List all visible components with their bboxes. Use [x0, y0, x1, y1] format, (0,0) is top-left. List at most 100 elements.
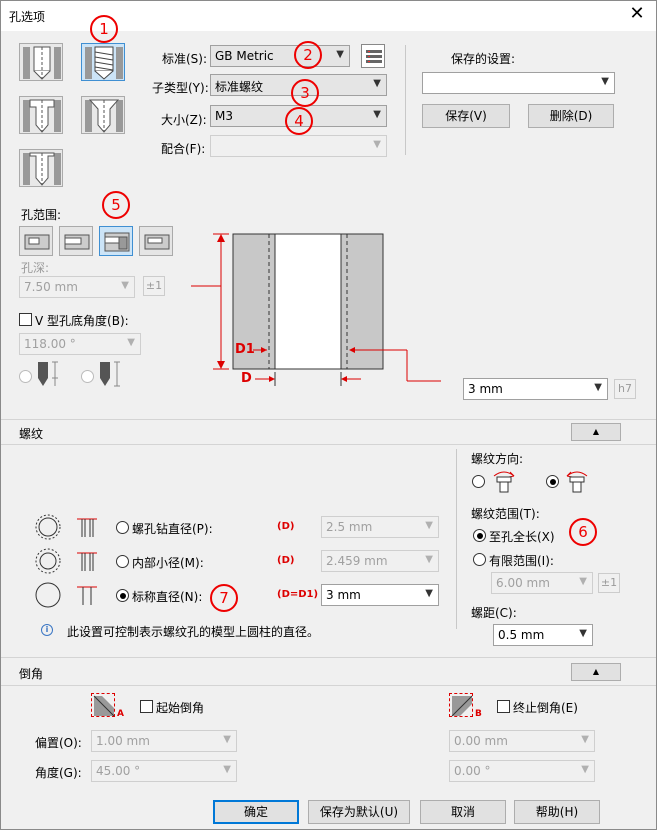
- chevron-down-icon: ▼: [594, 382, 602, 393]
- right-hand-radio[interactable]: [472, 475, 485, 488]
- full-length-radio[interactable]: [473, 529, 486, 542]
- fit-select[interactable]: ▼: [210, 135, 387, 157]
- chevron-down-icon: ▼: [121, 280, 129, 291]
- hole-section-diagram: D1 D: [191, 226, 451, 386]
- angle-end-select[interactable]: 0.00 ° ▼: [449, 760, 595, 782]
- divider: [1, 685, 656, 686]
- tap-drill-radio[interactable]: [116, 521, 129, 534]
- fit-code-button[interactable]: h7: [614, 379, 636, 399]
- standard-select[interactable]: GB Metric ▼: [210, 45, 350, 67]
- tap-drill-section-icon: [75, 515, 99, 539]
- nominal-dia-radio[interactable]: [116, 589, 129, 602]
- right-hand-thread-icon: [491, 467, 517, 495]
- end-chamfer-icon: [449, 693, 473, 717]
- v-bottom-option-1-radio[interactable]: [19, 370, 32, 383]
- left-hand-thread-icon: [564, 467, 590, 495]
- d1-label: D1: [235, 342, 255, 357]
- save-button[interactable]: 保存(V): [422, 104, 510, 128]
- hole-range-label: 孔范围:: [21, 208, 62, 222]
- nominal-dia-select[interactable]: 3 mm ▼: [321, 584, 439, 606]
- end-chamfer-checkbox[interactable]: [497, 700, 510, 713]
- start-chamfer-tag: A: [117, 709, 124, 719]
- window-title: 孔选项: [9, 10, 46, 24]
- hole-type-counterbore[interactable]: [19, 96, 63, 134]
- end-chamfer-tag: B: [475, 709, 482, 719]
- chevron-down-icon: ▼: [127, 337, 135, 348]
- pitch-label: 螺距(C):: [471, 606, 517, 620]
- saved-settings-select[interactable]: ▼: [422, 72, 615, 94]
- v-bottom-label: V 型孔底角度(B):: [35, 314, 129, 328]
- info-icon: i: [41, 624, 53, 636]
- chevron-down-icon: ▼: [425, 554, 433, 565]
- chevron-down-icon: ▼: [581, 734, 589, 745]
- ok-button[interactable]: 确定: [213, 800, 299, 824]
- fit-label: 配合(F):: [161, 142, 206, 156]
- start-chamfer-checkbox[interactable]: [140, 700, 153, 713]
- left-hand-radio[interactable]: [546, 475, 559, 488]
- tap-drill-select[interactable]: 2.5 mm ▼: [321, 516, 439, 538]
- range-to-next-button[interactable]: [99, 226, 133, 256]
- standards-library-icon[interactable]: [361, 44, 385, 68]
- nominal-dia-section-icon: [75, 583, 99, 607]
- tap-drill-circle-icon: [34, 513, 62, 541]
- depth-select[interactable]: 7.50 mm ▼: [19, 276, 135, 298]
- offset-start-select[interactable]: 1.00 mm ▼: [91, 730, 237, 752]
- v-bottom-checkbox[interactable]: [19, 313, 32, 326]
- divider: [1, 657, 656, 658]
- info-text: 此设置可控制表示螺纹孔的模型上圆柱的直径。: [67, 625, 320, 639]
- minor-dia-select[interactable]: 2.459 mm ▼: [321, 550, 439, 572]
- save-default-button[interactable]: 保存为默认(U): [308, 800, 410, 824]
- hole-type-spotface[interactable]: [19, 149, 63, 187]
- thread-collapse-button[interactable]: ▲: [571, 423, 621, 441]
- full-length-label: 至孔全长(X): [489, 530, 555, 544]
- thread-direction-label: 螺纹方向:: [471, 452, 524, 466]
- hole-options-dialog: 孔选项 ✕ 标准(S): GB Metric ▼ 子类型(Y): 标准螺纹 ▼ 大小…: [0, 0, 657, 830]
- nominal-dia-tag: (D=D1): [277, 589, 319, 600]
- angle-start-select[interactable]: 45.00 ° ▼: [91, 760, 237, 782]
- depth-tolerance-button[interactable]: ±1: [143, 276, 165, 296]
- limited-range-radio[interactable]: [473, 553, 486, 566]
- standard-label: 标准(S):: [162, 52, 208, 66]
- pitch-select[interactable]: 0.5 mm ▼: [493, 624, 593, 646]
- chevron-down-icon: ▼: [581, 764, 589, 775]
- minor-dia-radio[interactable]: [116, 555, 129, 568]
- tap-drill-label: 螺孔钻直径(P):: [132, 522, 213, 536]
- hole-type-tapped[interactable]: [81, 43, 125, 81]
- nominal-dia-circle-icon: [34, 581, 62, 609]
- tap-drill-tag: (D): [277, 521, 295, 532]
- range-to-button[interactable]: [139, 226, 173, 256]
- chamfer-collapse-button[interactable]: ▲: [571, 663, 621, 681]
- limited-range-select[interactable]: 6.00 mm ▼: [491, 572, 593, 594]
- divider: [405, 45, 406, 155]
- v-bottom-angle-select[interactable]: 118.00 ° ▼: [19, 333, 141, 355]
- hole-type-countersink[interactable]: [81, 96, 125, 134]
- limited-tolerance-button[interactable]: ±1: [598, 573, 620, 593]
- chevron-down-icon: ▼: [373, 139, 381, 150]
- chevron-down-icon: ▼: [425, 520, 433, 531]
- angle-label: 角度(G):: [35, 766, 82, 780]
- range-through-button[interactable]: [59, 226, 93, 256]
- thread-section-title: 螺纹: [19, 427, 44, 441]
- drill-point-full-icon: [97, 360, 127, 388]
- minor-dia-label: 内部小径(M):: [132, 556, 204, 570]
- range-blind-button[interactable]: [19, 226, 53, 256]
- v-bottom-option-2-radio[interactable]: [81, 370, 94, 383]
- annotation-1: 1: [90, 15, 118, 43]
- diameter-select[interactable]: 3 mm ▼: [463, 378, 608, 400]
- chevron-down-icon: ▼: [579, 576, 587, 587]
- chevron-down-icon: ▼: [601, 76, 609, 87]
- offset-end-select[interactable]: 0.00 mm ▼: [449, 730, 595, 752]
- minor-dia-section-icon: [75, 549, 99, 573]
- end-chamfer-label: 终止倒角(E): [513, 701, 578, 715]
- offset-label: 偏置(O):: [35, 736, 82, 750]
- minor-dia-tag: (D): [277, 555, 295, 566]
- start-chamfer-label: 起始倒角: [156, 701, 205, 715]
- divider: [456, 449, 457, 629]
- annotation-5: 5: [102, 191, 130, 219]
- cancel-button[interactable]: 取消: [420, 800, 506, 824]
- close-icon[interactable]: ✕: [626, 4, 648, 24]
- delete-button[interactable]: 删除(D): [528, 104, 614, 128]
- help-button[interactable]: 帮助(H): [514, 800, 600, 824]
- hole-type-simple[interactable]: [19, 43, 63, 81]
- d-label: D: [241, 371, 252, 386]
